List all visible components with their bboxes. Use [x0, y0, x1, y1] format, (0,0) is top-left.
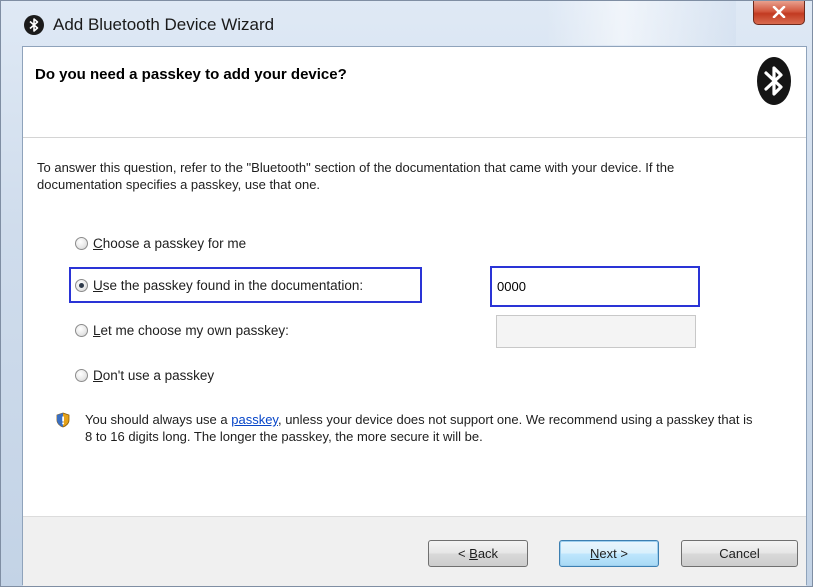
cancel-button[interactable]: Cancel — [681, 540, 798, 567]
title-bar-glass — [546, 1, 736, 45]
radio-button[interactable] — [75, 368, 88, 382]
page-title: Do you need a passkey to add your device… — [35, 66, 347, 83]
radio-choose-own-passkey[interactable]: Let me choose my own passkey: — [75, 320, 289, 340]
passkey-advice: You should always use a passkey, unless … — [55, 411, 755, 445]
radio-label: Don't use a passkey — [93, 367, 215, 383]
bluetooth-icon — [757, 57, 791, 105]
header-divider — [23, 137, 806, 138]
own-passkey-input[interactable] — [496, 315, 696, 348]
radio-label: Use the passkey found in the documentati… — [93, 277, 364, 293]
radio-label: Let me choose my own passkey: — [93, 322, 289, 338]
close-button[interactable] — [753, 1, 805, 25]
radio-button[interactable] — [75, 236, 88, 250]
passkey-link[interactable]: passkey — [231, 412, 278, 427]
title-bar[interactable]: Add Bluetooth Device Wizard — [1, 1, 812, 45]
radio-use-documentation-passkey[interactable]: Use the passkey found in the documentati… — [75, 275, 363, 295]
wizard-content: Do you need a passkey to add your device… — [22, 46, 807, 586]
security-shield-icon — [56, 412, 70, 428]
next-button[interactable]: Next > — [559, 540, 659, 567]
radio-button[interactable] — [75, 278, 88, 292]
passkey-advice-text: You should always use a passkey, unless … — [85, 412, 753, 444]
close-icon — [772, 6, 786, 18]
radio-button[interactable] — [75, 323, 88, 337]
button-bar: < Back Next > Cancel — [23, 516, 806, 586]
instructions-text: To answer this question, refer to the "B… — [37, 160, 675, 192]
radio-choose-passkey-for-me[interactable]: Choose a passkey for me — [75, 233, 246, 253]
radio-label: Choose a passkey for me — [93, 235, 247, 251]
bluetooth-icon — [24, 15, 44, 35]
back-button[interactable]: < Back — [428, 540, 528, 567]
radio-dont-use-passkey[interactable]: Don't use a passkey — [75, 365, 214, 385]
documentation-passkey-input[interactable] — [493, 269, 697, 304]
wizard-window: Add Bluetooth Device Wizard Do you need … — [0, 0, 813, 587]
window-title: Add Bluetooth Device Wizard — [53, 15, 275, 34]
